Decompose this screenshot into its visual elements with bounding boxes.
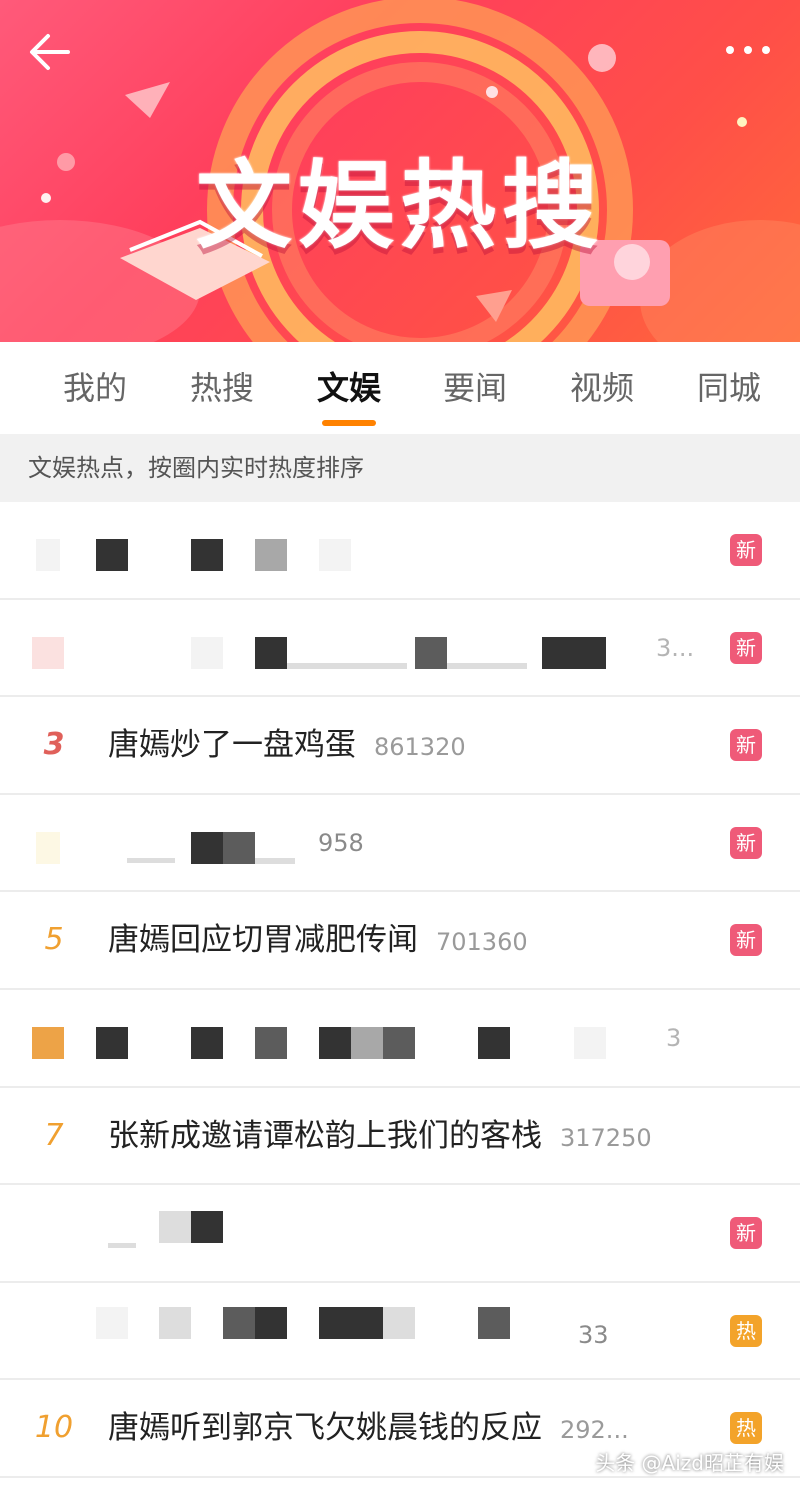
redacted-rank <box>32 1026 64 1059</box>
redacted-block <box>319 539 351 571</box>
redacted-block <box>351 1026 383 1059</box>
tab-hot-search[interactable]: 热搜 <box>162 342 282 434</box>
list-item[interactable]: 958 新 <box>0 794 800 893</box>
list-item[interactable]: 3 唐嫣炒了一盘鸡蛋 861320 新 <box>0 697 800 795</box>
redacted-block <box>96 1026 128 1059</box>
redacted-block <box>223 831 255 864</box>
redacted-block <box>319 1306 383 1339</box>
new-badge: 新 <box>730 729 762 762</box>
redacted-block <box>255 636 287 669</box>
redacted-block <box>383 1306 415 1339</box>
item-title: 唐嫣回应切胃减肥传闻 701360 <box>108 892 528 988</box>
redacted-block <box>191 636 223 669</box>
redacted-block <box>478 1306 510 1339</box>
redacted-block <box>255 1306 287 1339</box>
item-title-text: 唐嫣炒了一盘鸡蛋 <box>108 727 356 764</box>
item-title: 唐嫣炒了一盘鸡蛋 861320 <box>108 697 466 793</box>
section-description: 文娱热点，按圈内实时热度排序 <box>0 434 800 502</box>
banner-title: 文娱热搜 <box>196 150 604 262</box>
new-badge: 新 <box>730 924 762 957</box>
hot-badge: 热 <box>730 1314 762 1347</box>
item-count: 317250 <box>560 1123 652 1152</box>
item-title-text: 张新成邀请谭松韵上我们的客栈 <box>108 1117 542 1154</box>
list-item[interactable]: 新 <box>0 502 800 600</box>
tab-news[interactable]: 要闻 <box>415 342 535 434</box>
redacted-block <box>159 1306 191 1339</box>
tab-video[interactable]: 视频 <box>542 342 662 434</box>
list-item[interactable]: 7 张新成邀请谭松韵上我们的客栈 317250 <box>0 1087 800 1186</box>
redacted-rank <box>36 831 60 864</box>
redacted-block <box>542 636 606 669</box>
redacted-block <box>255 857 295 864</box>
redacted-block <box>287 662 407 669</box>
item-count: 3... <box>656 633 695 662</box>
hot-badge: 热 <box>730 1412 762 1445</box>
tab-bar: 我的 热搜 文娱 要闻 视频 同城 <box>0 342 800 434</box>
redacted-block <box>255 1026 287 1059</box>
rank-number: 3 <box>43 727 65 763</box>
new-badge: 新 <box>730 534 762 566</box>
item-count: 292... <box>560 1416 629 1445</box>
list-item[interactable]: 5 唐嫣回应切胃减肥传闻 701360 新 <box>0 892 800 990</box>
tab-local[interactable]: 同城 <box>669 342 789 434</box>
redacted-block <box>96 539 128 571</box>
item-count: 3 <box>666 1023 682 1052</box>
redacted-block <box>574 1026 606 1059</box>
redacted-block <box>383 1026 415 1059</box>
list-item[interactable]: 3... 新 <box>0 599 800 698</box>
more-options-icon[interactable] <box>720 30 776 70</box>
rank-number: 5 <box>44 922 64 958</box>
active-tab-indicator <box>322 420 376 426</box>
redacted-block <box>478 1026 510 1059</box>
list-item[interactable]: 3 <box>0 989 800 1088</box>
rank-number: 10 <box>34 1410 74 1446</box>
redacted-block <box>191 1026 223 1059</box>
list-item[interactable]: 33 热 <box>0 1282 800 1381</box>
item-count: 701360 <box>436 928 528 957</box>
new-badge: 新 <box>730 631 762 664</box>
tab-mine[interactable]: 我的 <box>35 342 155 434</box>
redacted-block <box>447 662 527 669</box>
redacted-block <box>319 1026 351 1059</box>
item-count: 861320 <box>374 733 466 762</box>
redacted-block <box>191 831 223 864</box>
item-title-text: 唐嫣回应切胃减肥传闻 <box>108 922 418 959</box>
list-item[interactable]: 新 <box>0 1185 800 1283</box>
new-badge: 新 <box>730 826 762 859</box>
back-arrow-icon[interactable] <box>24 26 80 82</box>
redacted-rank <box>32 636 64 669</box>
item-count: 958 <box>318 828 364 857</box>
redacted-block <box>127 857 175 863</box>
redacted-block <box>191 1211 223 1244</box>
new-badge: 新 <box>730 1217 762 1250</box>
item-title: 唐嫣听到郭京飞欠姚晨钱的反应 292... <box>108 1380 629 1476</box>
redacted-block <box>96 1306 128 1339</box>
item-count: 33 <box>578 1320 609 1349</box>
redacted-block <box>255 539 287 571</box>
hot-search-list: 新 3... 新 3 唐嫣炒了一盘鸡蛋 861320 新 958 新 5 唐嫣回应… <box>0 502 800 1478</box>
rank-number: 7 <box>44 1117 64 1153</box>
redacted-block <box>191 539 223 571</box>
header-banner: 文娱热搜 <box>0 0 800 342</box>
watermark: 头条 @Aizd昭芷有娱 <box>595 1451 784 1475</box>
redacted-rank <box>36 539 60 571</box>
redacted-block <box>223 1306 255 1339</box>
redacted-block <box>159 1211 191 1244</box>
item-title-text: 唐嫣听到郭京飞欠姚晨钱的反应 <box>108 1410 542 1447</box>
redacted-block <box>415 636 447 669</box>
item-title: 张新成邀请谭松韵上我们的客栈 317250 <box>108 1088 652 1184</box>
redacted-block <box>108 1243 136 1249</box>
